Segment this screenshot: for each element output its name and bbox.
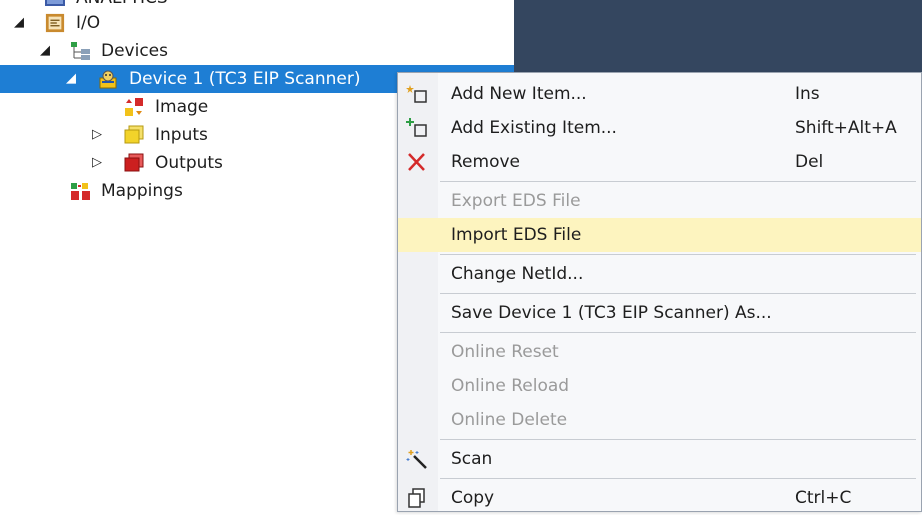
menu-item-label: Copy [451, 488, 495, 508]
add-new-item-icon [406, 85, 427, 103]
io-folder-icon [45, 13, 65, 33]
menu-item-label: Online Reset [451, 342, 559, 362]
collapsed-arrow-icon[interactable]: ▷ [90, 128, 104, 142]
menu-item-online-reset: Online Reset [398, 335, 921, 369]
tree-item-devices[interactable]: ◢ Devices [0, 37, 514, 65]
menu-item-label: Export EDS File [451, 191, 581, 211]
mappings-icon [71, 183, 90, 200]
menu-separator [440, 439, 916, 440]
menu-item-shortcut: Ins [795, 84, 820, 104]
menu-item-label: Add New Item... [451, 84, 587, 104]
menu-item-label: Change NetId... [451, 264, 584, 284]
tree-item-label: Outputs [155, 153, 223, 173]
tree-item-label: I/O [76, 13, 101, 33]
expanded-arrow-icon[interactable]: ◢ [12, 16, 26, 30]
tree-item-label: Mappings [101, 181, 183, 201]
menu-item-label: Import EDS File [451, 225, 582, 245]
menu-separator [440, 293, 916, 294]
menu-item-shortcut: Del [795, 152, 824, 172]
devices-icon [71, 42, 90, 60]
inputs-icon [124, 125, 144, 144]
menu-item-save-device-as[interactable]: Save Device 1 (TC3 EIP Scanner) As... [398, 296, 921, 330]
add-existing-item-icon [406, 118, 427, 137]
context-menu: Add New Item... Ins Add Existing Item...… [397, 72, 922, 512]
expanded-arrow-icon[interactable]: ◢ [38, 44, 52, 58]
menu-item-label: Online Reload [451, 376, 570, 396]
tree-item-label: Inputs [155, 125, 208, 145]
analytics-icon [45, 0, 65, 6]
menu-separator [440, 181, 916, 182]
menu-item-scan[interactable]: Scan [398, 442, 921, 476]
eip-device-icon [99, 70, 117, 89]
tree-item-label: ANALYTICS [76, 0, 168, 8]
menu-item-import-eds-file[interactable]: Import EDS File [398, 218, 921, 252]
menu-item-label: Scan [451, 449, 493, 469]
menu-item-add-new-item[interactable]: Add New Item... Ins [398, 77, 921, 111]
copy-icon [408, 488, 425, 508]
menu-item-label: Add Existing Item... [451, 118, 617, 138]
menu-item-export-eds-file: Export EDS File [398, 184, 921, 218]
menu-item-label: Save Device 1 (TC3 EIP Scanner) As... [451, 303, 772, 323]
menu-item-label: Online Delete [451, 410, 568, 430]
menu-item-online-delete: Online Delete [398, 403, 921, 437]
menu-item-online-reload: Online Reload [398, 369, 921, 403]
tree-item-label: Image [155, 97, 209, 117]
remove-icon [408, 153, 425, 171]
tree-item-label: Devices [101, 41, 168, 61]
collapsed-arrow-icon[interactable]: ▷ [90, 156, 104, 170]
outputs-icon [124, 153, 144, 172]
menu-separator [440, 478, 916, 479]
menu-item-shortcut: Ctrl+C [795, 488, 852, 508]
menu-item-change-netid[interactable]: Change NetId... [398, 257, 921, 291]
scan-wand-icon [406, 450, 427, 469]
menu-item-remove[interactable]: Remove Del [398, 145, 921, 179]
image-icon [125, 98, 143, 116]
menu-item-shortcut: Shift+Alt+A [795, 118, 897, 138]
menu-item-add-existing-item[interactable]: Add Existing Item... Shift+Alt+A [398, 111, 921, 145]
expanded-arrow-icon[interactable]: ◢ [64, 72, 78, 86]
menu-separator [440, 332, 916, 333]
menu-item-label: Remove [451, 152, 520, 172]
tree-item-label: Device 1 (TC3 EIP Scanner) [129, 69, 361, 89]
tree-item-io[interactable]: ◢ I/O [0, 9, 514, 37]
menu-separator [440, 254, 916, 255]
